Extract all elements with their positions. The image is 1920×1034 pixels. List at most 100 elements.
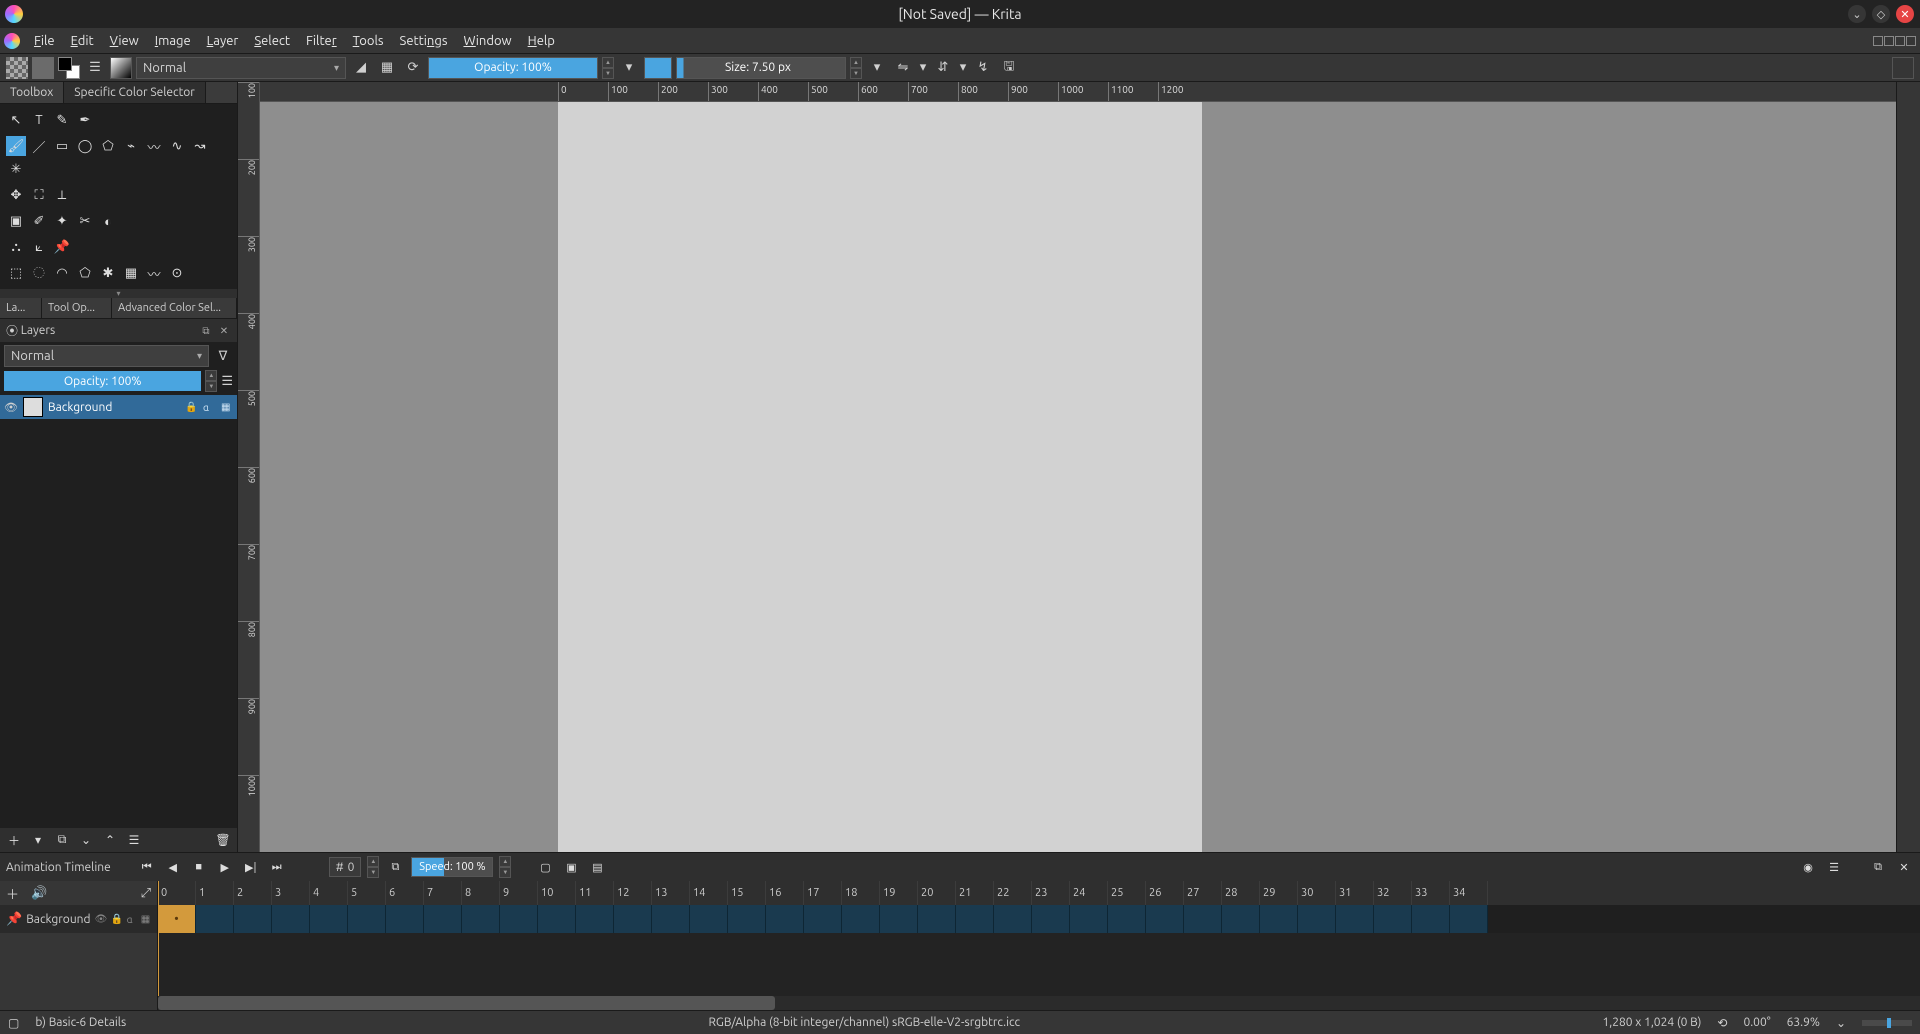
tool-calligraphy[interactable]: ✒ <box>75 110 95 130</box>
brush-preset-list-icon[interactable]: ☰ <box>84 57 106 79</box>
frame-spinner[interactable]: ▲▼ <box>367 856 379 878</box>
onion-icon[interactable]: ▦ <box>141 913 151 925</box>
timeline-frame-ruler[interactable]: 0123456789101112131415161718192021222324… <box>158 881 1920 905</box>
dock-tab-specific-color[interactable]: Specific Color Selector <box>64 82 206 103</box>
menu-file[interactable]: File <box>26 30 63 52</box>
anim-play-button[interactable]: ▶ <box>215 857 235 877</box>
status-rotation-reset-icon[interactable]: ⟲ <box>1717 1016 1727 1030</box>
audio-icon[interactable]: 🔊 <box>31 886 47 901</box>
visibility-icon[interactable]: 👁 <box>95 913 107 925</box>
layer-lock-icon[interactable]: 🔒 <box>185 401 197 413</box>
opacity-slider[interactable]: Opacity: 100% <box>428 57 598 79</box>
move-layer-down-button[interactable]: ⌄ <box>78 832 94 848</box>
tool-multibrush[interactable]: ✳ <box>6 159 26 179</box>
alpha-icon[interactable]: α <box>127 914 137 925</box>
menu-layer[interactable]: Layer <box>199 30 247 52</box>
add-layer-menu-icon[interactable]: ▾ <box>30 832 46 848</box>
timeline-track[interactable] <box>158 905 1920 933</box>
pin-icon[interactable]: 📌 <box>6 912 22 927</box>
tool-color-picker[interactable]: ✐ <box>29 211 49 231</box>
tool-edit-shapes[interactable]: ✎ <box>52 110 72 130</box>
move-layer-up-button[interactable]: ⌃ <box>102 832 118 848</box>
anim-first-frame-button[interactable]: ⏮ <box>137 857 157 877</box>
anim-next-frame-button[interactable]: ▶| <box>241 857 261 877</box>
tool-polyline[interactable]: ⌁ <box>121 136 141 156</box>
anim-stop-button[interactable]: ■ <box>189 857 209 877</box>
tool-measure[interactable]: ⟀ <box>29 237 49 257</box>
zoom-slider[interactable] <box>1862 1020 1912 1026</box>
anim-last-frame-button[interactable]: ⏭ <box>267 857 287 877</box>
brush-size-spinner[interactable]: ▲▼ <box>850 57 862 79</box>
current-frame-field[interactable]: # 0 <box>329 857 362 877</box>
tab-tool-options-short[interactable]: Tool Op... <box>42 298 112 318</box>
zoom-dropdown-icon[interactable]: ⌄ <box>1836 1016 1846 1030</box>
visibility-icon[interactable]: 👁 <box>4 401 18 414</box>
lock-icon[interactable]: 🔒 <box>111 913 123 925</box>
layers-float-icon[interactable]: ⧉ <box>199 324 213 338</box>
canvas[interactable] <box>558 102 1202 852</box>
tool-poly-select[interactable]: ⬠ <box>75 263 95 283</box>
layer-props-icon[interactable]: ▦ <box>221 401 233 413</box>
menu-select[interactable]: Select <box>246 30 298 52</box>
tool-reference[interactable]: 📌 <box>52 237 72 257</box>
add-layer-button[interactable]: ＋ <box>6 832 22 848</box>
add-keyframe-icon[interactable]: ＋ <box>6 884 19 903</box>
onion-skin-next-icon[interactable]: ▣ <box>561 857 581 877</box>
opacity-spinner[interactable]: ▲▼ <box>602 57 614 79</box>
tab-layers-short[interactable]: La... <box>0 298 42 318</box>
tool-ellipse-select[interactable]: ◌ <box>29 263 49 283</box>
tool-ellipse[interactable]: ◯ <box>75 136 95 156</box>
mirror-vertical-icon[interactable]: ⇵ <box>932 57 954 79</box>
size-menu-icon[interactable]: ▾ <box>866 57 888 79</box>
tool-gradient[interactable]: ◐ <box>98 211 118 231</box>
tool-dynamic-brush[interactable]: ↝ <box>190 136 210 156</box>
anim-float-icon[interactable]: ⧉ <box>1868 857 1888 877</box>
tool-rectangle[interactable]: ▭ <box>52 136 72 156</box>
timeline-layer-row[interactable]: 📌 Background 👁 🔒 α ▦ <box>0 905 157 933</box>
layer-properties-button[interactable]: ☰ <box>126 832 142 848</box>
menu-tools[interactable]: Tools <box>345 30 392 52</box>
tool-fill[interactable]: ▣ <box>6 211 26 231</box>
window-maximize-button[interactable]: ◇ <box>1872 5 1890 23</box>
mirror-horizontal-icon[interactable]: ⇋ <box>892 57 914 79</box>
eraser-toggle-icon[interactable]: ◢ <box>350 57 372 79</box>
vertical-ruler[interactable]: 1002003004005006007008009001000 <box>238 82 260 852</box>
tool-bezier[interactable]: 〰 <box>144 136 164 156</box>
tool-text[interactable]: T <box>29 110 49 130</box>
tab-adv-color-short[interactable]: Advanced Color Sel... <box>112 298 237 318</box>
layer-menu-icon[interactable]: ☰ <box>221 374 233 389</box>
tool-line[interactable]: ／ <box>29 136 49 156</box>
tool-assistant[interactable]: ⛬ <box>6 237 26 257</box>
layer-alpha-icon[interactable]: α <box>203 402 215 413</box>
tool-move[interactable]: ✥ <box>6 185 26 205</box>
tool-freehand-select[interactable]: ◠ <box>52 263 72 283</box>
onion-skin-prev-icon[interactable]: ▢ <box>535 857 555 877</box>
tool-smart-patch[interactable]: ✂ <box>75 211 95 231</box>
menu-view[interactable]: View <box>102 30 147 52</box>
current-color-swatch[interactable] <box>644 57 672 79</box>
horizontal-ruler[interactable]: 0100200300400500600700800900100011001200 <box>260 82 1896 102</box>
tool-freehand-brush[interactable]: 🖌 <box>6 136 26 156</box>
brush-size-slider[interactable]: Size: 7.50 px <box>676 57 846 79</box>
timeline-playhead[interactable] <box>158 881 159 996</box>
toolbox-collapse-handle[interactable]: ▾ <box>0 289 237 298</box>
anim-settings-icon[interactable]: ☰ <box>1824 857 1844 877</box>
tool-bezier-select[interactable]: 〰 <box>144 263 164 283</box>
menu-settings[interactable]: Settings <box>392 30 456 52</box>
menu-image[interactable]: Image <box>147 30 199 52</box>
tool-transform[interactable]: ↖ <box>6 110 26 130</box>
tool-similar-select[interactable]: ▦ <box>121 263 141 283</box>
save-preset-icon[interactable]: 🖫 <box>998 57 1020 79</box>
alpha-lock-icon[interactable]: ▦ <box>376 57 398 79</box>
tool-contiguous-select[interactable]: ✱ <box>98 263 118 283</box>
right-dock-strip[interactable] <box>1896 82 1920 852</box>
timeline-scrollbar[interactable] <box>158 996 1920 1010</box>
zoom-timeline-icon[interactable]: ⤢ <box>141 886 151 901</box>
speed-slider[interactable]: Speed: 100 % <box>411 857 493 877</box>
fg-bg-color-swatch[interactable] <box>58 57 80 79</box>
anim-prev-frame-button[interactable]: ◀ <box>163 857 183 877</box>
menu-edit[interactable]: Edit <box>63 30 102 52</box>
delete-layer-button[interactable]: 🗑 <box>215 832 231 848</box>
pattern-swatch-alt[interactable] <box>32 57 54 79</box>
drop-frames-icon[interactable]: ⧉ <box>385 857 405 877</box>
